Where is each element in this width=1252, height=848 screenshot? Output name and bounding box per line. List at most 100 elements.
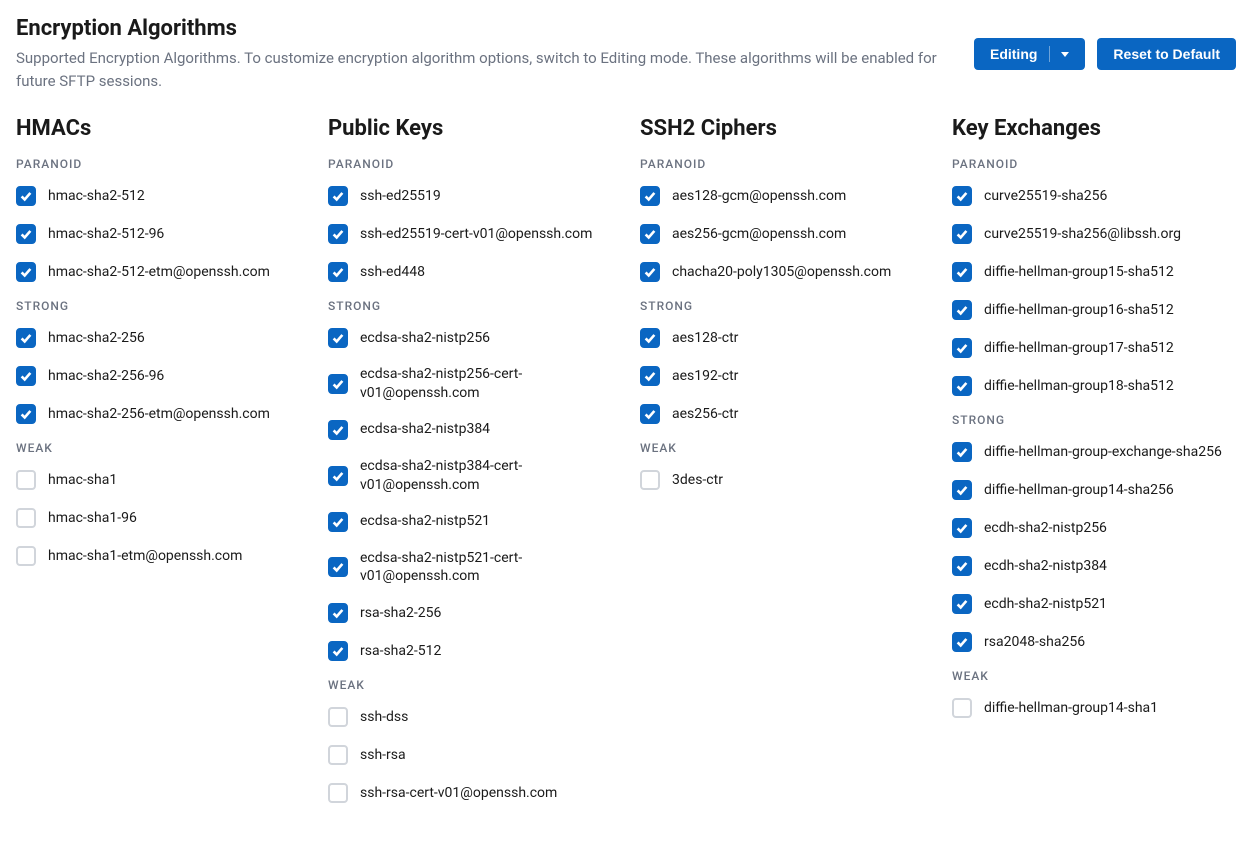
checkbox-ssh-rsa-cert-v01-openssh-com[interactable] — [328, 783, 348, 803]
checkbox-ssh-ed25519-cert-v01-openssh-com[interactable] — [328, 224, 348, 244]
checkbox-ecdh-sha2-nistp384[interactable] — [952, 556, 972, 576]
checkbox-chacha20-poly1305-openssh-com[interactable] — [640, 262, 660, 282]
checkbox-diffie-hellman-group-exchange-sha256[interactable] — [952, 442, 972, 462]
algorithm-item: ecdsa-sha2-nistp384-cert-v01@openssh.com — [328, 457, 612, 495]
checkbox-hmac-sha1-96[interactable] — [16, 508, 36, 528]
algorithm-item: hmac-sha1 — [16, 469, 300, 491]
group-label-weak: WEAK — [640, 441, 924, 455]
checkbox-ecdh-sha2-nistp521[interactable] — [952, 594, 972, 614]
checkbox-aes192-ctr[interactable] — [640, 366, 660, 386]
algorithm-item: ssh-ed448 — [328, 261, 612, 283]
algorithm-label: 3des-ctr — [672, 471, 723, 490]
checkbox-aes128-ctr[interactable] — [640, 328, 660, 348]
algorithm-label: ecdsa-sha2-nistp256-cert-v01@openssh.com — [360, 365, 612, 403]
button-separator — [1049, 46, 1050, 62]
checkbox-ssh-ed448[interactable] — [328, 262, 348, 282]
checkbox-curve25519-sha256[interactable] — [952, 186, 972, 206]
algorithm-item: diffie-hellman-group17-sha512 — [952, 337, 1236, 359]
checkbox-ecdsa-sha2-nistp256[interactable] — [328, 328, 348, 348]
column-title: Key Exchanges — [952, 116, 1236, 141]
algorithm-item: diffie-hellman-group15-sha512 — [952, 261, 1236, 283]
checkbox-hmac-sha2-512-etm-openssh-com[interactable] — [16, 262, 36, 282]
algorithm-label: ssh-ed25519-cert-v01@openssh.com — [360, 225, 592, 244]
checkbox-diffie-hellman-group14-sha1[interactable] — [952, 698, 972, 718]
checkbox-ecdsa-sha2-nistp384-cert-v01-openssh-com[interactable] — [328, 466, 348, 486]
checkbox-rsa-sha2-256[interactable] — [328, 603, 348, 623]
algorithm-item: aes128-gcm@openssh.com — [640, 185, 924, 207]
algorithm-item: diffie-hellman-group-exchange-sha256 — [952, 441, 1236, 463]
checkbox-diffie-hellman-group18-sha512[interactable] — [952, 376, 972, 396]
checkbox-diffie-hellman-group14-sha256[interactable] — [952, 480, 972, 500]
checkbox-hmac-sha2-256[interactable] — [16, 328, 36, 348]
checkbox-ecdh-sha2-nistp256[interactable] — [952, 518, 972, 538]
group-label-strong: STRONG — [640, 299, 924, 313]
algorithm-label: aes128-ctr — [672, 329, 738, 348]
algorithm-label: diffie-hellman-group16-sha512 — [984, 301, 1174, 320]
algorithm-label: ecdsa-sha2-nistp521-cert-v01@openssh.com — [360, 549, 612, 587]
checkbox-ssh-dss[interactable] — [328, 707, 348, 727]
checkbox-diffie-hellman-group16-sha512[interactable] — [952, 300, 972, 320]
algorithm-item: 3des-ctr — [640, 469, 924, 491]
algorithm-label: ecdsa-sha2-nistp256 — [360, 329, 490, 348]
checkbox-aes256-gcm-openssh-com[interactable] — [640, 224, 660, 244]
checkbox-aes256-ctr[interactable] — [640, 404, 660, 424]
algorithm-label: hmac-sha1-96 — [48, 509, 137, 528]
group-label-paranoid: PARANOID — [328, 157, 612, 171]
checkbox-ecdsa-sha2-nistp384[interactable] — [328, 420, 348, 440]
column-public-keys: Public KeysPARANOIDssh-ed25519ssh-ed2551… — [328, 116, 612, 820]
algorithm-item: hmac-sha2-256-etm@openssh.com — [16, 403, 300, 425]
algorithm-label: diffie-hellman-group15-sha512 — [984, 263, 1174, 282]
group-label-paranoid: PARANOID — [640, 157, 924, 171]
checkbox-hmac-sha1-etm-openssh-com[interactable] — [16, 546, 36, 566]
algorithm-label: diffie-hellman-group14-sha1 — [984, 699, 1158, 718]
algorithm-item: hmac-sha1-etm@openssh.com — [16, 545, 300, 567]
checkbox-hmac-sha2-512-96[interactable] — [16, 224, 36, 244]
algorithm-item: hmac-sha1-96 — [16, 507, 300, 529]
checkbox-hmac-sha2-256-etm-openssh-com[interactable] — [16, 404, 36, 424]
algorithm-item: ecdsa-sha2-nistp384 — [328, 419, 612, 441]
checkbox-diffie-hellman-group17-sha512[interactable] — [952, 338, 972, 358]
algorithm-item: rsa-sha2-512 — [328, 640, 612, 662]
group-label-strong: STRONG — [328, 299, 612, 313]
algorithm-label: diffie-hellman-group14-sha256 — [984, 481, 1174, 500]
checkbox-curve25519-sha256-libssh-org[interactable] — [952, 224, 972, 244]
algorithm-item: diffie-hellman-group14-sha1 — [952, 697, 1236, 719]
checkbox-ecdsa-sha2-nistp521[interactable] — [328, 512, 348, 532]
reset-to-default-button[interactable]: Reset to Default — [1097, 38, 1236, 70]
checkbox-3des-ctr[interactable] — [640, 470, 660, 490]
checkbox-hmac-sha2-512[interactable] — [16, 186, 36, 206]
algorithm-item: diffie-hellman-group14-sha256 — [952, 479, 1236, 501]
checkbox-ecdsa-sha2-nistp256-cert-v01-openssh-com[interactable] — [328, 374, 348, 394]
algorithm-label: ecdh-sha2-nistp384 — [984, 557, 1107, 576]
algorithm-label: ecdh-sha2-nistp521 — [984, 595, 1107, 614]
checkbox-rsa2048-sha256[interactable] — [952, 632, 972, 652]
algorithm-item: aes256-ctr — [640, 403, 924, 425]
algorithm-item: rsa-sha2-256 — [328, 602, 612, 624]
algorithm-item: aes128-ctr — [640, 327, 924, 349]
column-title: SSH2 Ciphers — [640, 116, 924, 141]
algorithm-label: aes128-gcm@openssh.com — [672, 187, 846, 206]
algorithm-label: hmac-sha2-512-etm@openssh.com — [48, 263, 270, 282]
checkbox-hmac-sha2-256-96[interactable] — [16, 366, 36, 386]
editing-button[interactable]: Editing — [974, 38, 1085, 70]
header-text: Encryption Algorithms Supported Encrypti… — [16, 16, 974, 92]
algorithm-label: aes256-gcm@openssh.com — [672, 225, 846, 244]
group-label-strong: STRONG — [952, 413, 1236, 427]
algorithm-label: diffie-hellman-group18-sha512 — [984, 377, 1174, 396]
checkbox-ssh-rsa[interactable] — [328, 745, 348, 765]
algorithm-item: ssh-dss — [328, 706, 612, 728]
algorithm-label: diffie-hellman-group-exchange-sha256 — [984, 443, 1222, 462]
checkbox-ssh-ed25519[interactable] — [328, 186, 348, 206]
checkbox-hmac-sha1[interactable] — [16, 470, 36, 490]
algorithm-label: diffie-hellman-group17-sha512 — [984, 339, 1174, 358]
columns-container: HMACsPARANOIDhmac-sha2-512hmac-sha2-512-… — [16, 116, 1236, 820]
algorithm-label: hmac-sha2-512 — [48, 187, 145, 206]
group-label-weak: WEAK — [328, 678, 612, 692]
checkbox-diffie-hellman-group15-sha512[interactable] — [952, 262, 972, 282]
checkbox-aes128-gcm-openssh-com[interactable] — [640, 186, 660, 206]
checkbox-rsa-sha2-512[interactable] — [328, 641, 348, 661]
algorithm-label: aes192-ctr — [672, 367, 738, 386]
checkbox-ecdsa-sha2-nistp521-cert-v01-openssh-com[interactable] — [328, 557, 348, 577]
algorithm-item: ecdsa-sha2-nistp256-cert-v01@openssh.com — [328, 365, 612, 403]
reset-button-label: Reset to Default — [1113, 46, 1220, 62]
